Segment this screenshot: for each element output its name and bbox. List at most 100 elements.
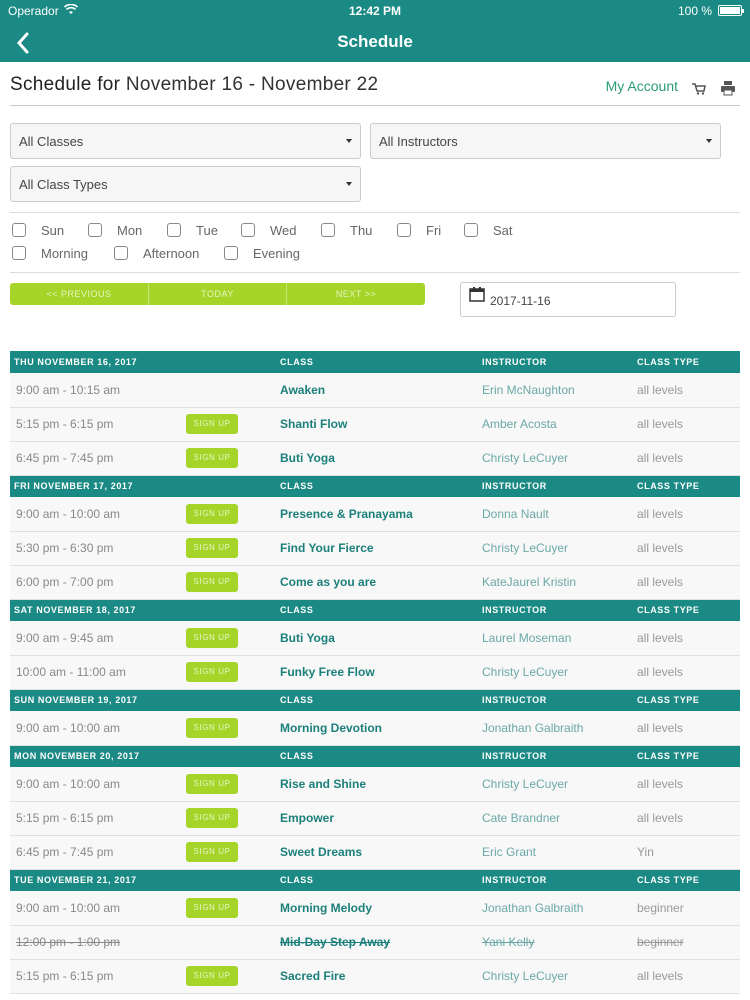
day-checkbox-fri[interactable]: Fri: [397, 223, 441, 239]
signup-cell: SIGN UP: [186, 835, 280, 870]
instructor-name-link[interactable]: Christy LeCuyer: [482, 531, 637, 566]
checkbox-box[interactable]: [114, 246, 128, 260]
checkbox-box[interactable]: [464, 223, 478, 237]
signup-button[interactable]: SIGN UP: [186, 842, 238, 862]
class-name-link[interactable]: Funky Free Flow: [280, 655, 482, 690]
schedule-row: 9:00 am - 10:00 am SIGN UP Rise and Shine C…: [10, 767, 740, 802]
my-account-link[interactable]: My Account: [606, 78, 678, 94]
day-checkbox-sat[interactable]: Sat: [464, 223, 513, 239]
instructor-column-header: INSTRUCTOR: [482, 745, 637, 767]
checkbox-box[interactable]: [12, 223, 26, 237]
class-type: all levels: [637, 621, 740, 656]
instructor-name-link[interactable]: Amber Acosta: [482, 407, 637, 442]
instructor-name-link[interactable]: Laurel Moseman: [482, 621, 637, 656]
instructor-name-link[interactable]: Christy LeCuyer: [482, 441, 637, 476]
status-bar: Operador 12:42 PM 100 %: [0, 0, 750, 22]
classes-select[interactable]: All Classes: [10, 123, 361, 159]
instructor-name-link[interactable]: Cate Brandner: [482, 801, 637, 836]
instructor-name-link[interactable]: Donna Nault: [482, 497, 637, 532]
class-name-link[interactable]: Buti Yoga: [280, 441, 482, 476]
instructor-column-header: INSTRUCTOR: [482, 689, 637, 711]
checkbox-box[interactable]: [241, 223, 255, 237]
signup-button[interactable]: SIGN UP: [186, 662, 238, 682]
instructor-name-link[interactable]: Christy LeCuyer: [482, 959, 637, 994]
day-header-spacer: [186, 351, 280, 373]
day-date-label: TUE NOVEMBER 21, 2017: [10, 869, 186, 891]
signup-button[interactable]: SIGN UP: [186, 808, 238, 828]
instructor-name-link[interactable]: KateJaurel Kristin: [482, 565, 637, 600]
signup-button[interactable]: SIGN UP: [186, 897, 238, 918]
class-name-link[interactable]: Mid-Day Step Away: [280, 925, 482, 960]
day-checkbox-wed[interactable]: Wed: [241, 223, 297, 239]
day-header-row: TUE NOVEMBER 21, 2017 CLASS INSTRUCTOR CLAS…: [10, 869, 740, 891]
class-time: 6:00 pm - 7:00 pm: [10, 565, 186, 600]
schedule-row: 5:15 pm - 6:15 pm SIGN UP Shanti Flow Amber…: [10, 407, 740, 442]
schedule-header: Schedule for November 16 - November 22 M…: [10, 74, 740, 106]
time-checkbox-morning[interactable]: Morning: [12, 246, 88, 262]
instructor-name-link[interactable]: Christy LeCuyer: [482, 767, 637, 802]
day-header-row: FRI NOVEMBER 17, 2017 CLASS INSTRUCTOR CLAS…: [10, 475, 740, 497]
time-checkbox-afternoon[interactable]: Afternoon: [114, 246, 199, 262]
signup-button[interactable]: SIGN UP: [186, 966, 238, 986]
signup-button[interactable]: SIGN UP: [186, 717, 238, 738]
day-checkbox-tue[interactable]: Tue: [167, 223, 218, 239]
signup-button[interactable]: SIGN UP: [186, 448, 238, 468]
class-column-header: CLASS: [280, 689, 482, 711]
signup-button[interactable]: SIGN UP: [186, 627, 238, 648]
day-checkbox-thu[interactable]: Thu: [321, 223, 372, 239]
signup-button[interactable]: SIGN UP: [186, 773, 238, 794]
class-name-link[interactable]: Come as you are: [280, 565, 482, 600]
instructor-name-link[interactable]: Eric Grant: [482, 835, 637, 870]
instructor-name-link[interactable]: Yani Kelly: [482, 925, 637, 960]
checkbox-box[interactable]: [321, 223, 335, 237]
day-checkbox-sun[interactable]: Sun: [12, 223, 64, 239]
time-checkbox-evening[interactable]: Evening: [224, 246, 300, 262]
class-name-link[interactable]: Presence & Pranayama: [280, 497, 482, 532]
schedule-row: 6:45 pm - 7:45 pm SIGN UP Sweet Dreams Eric…: [10, 835, 740, 870]
instructor-name-link[interactable]: Jonathan Galbraith: [482, 891, 637, 926]
class-name-link[interactable]: Sweet Dreams: [280, 835, 482, 870]
class-name-link[interactable]: Rise and Shine: [280, 767, 482, 802]
class-name-link[interactable]: Morning Devotion: [280, 711, 482, 746]
class-name-link[interactable]: Morning Melody: [280, 891, 482, 926]
chevron-down-icon: [346, 139, 352, 143]
next-button[interactable]: NEXT >>: [287, 283, 425, 305]
class-name-link[interactable]: Awaken: [280, 373, 482, 408]
today-button[interactable]: TODAY: [149, 283, 286, 305]
print-icon[interactable]: [720, 80, 736, 96]
previous-button[interactable]: << PREVIOUS: [10, 283, 148, 305]
checkbox-box[interactable]: [397, 223, 411, 237]
instructor-name-link[interactable]: Jonathan Galbraith: [482, 711, 637, 746]
instructor-name-link[interactable]: Christy LeCuyer: [482, 655, 637, 690]
title-prefix: Schedule for: [10, 74, 121, 95]
day-header-spacer: [186, 475, 280, 497]
checkbox-box[interactable]: [167, 223, 181, 237]
instructors-select[interactable]: All Instructors: [370, 123, 721, 159]
instructor-name-link[interactable]: Erin McNaughton: [482, 373, 637, 408]
class-type-column-header: CLASS TYPE: [637, 689, 740, 711]
instructor-column-header: INSTRUCTOR: [482, 599, 637, 621]
calendar-icon[interactable]: [469, 286, 485, 302]
class-name-link[interactable]: Empower: [280, 801, 482, 836]
battery-icon: [718, 5, 744, 16]
class-types-select[interactable]: All Class Types: [10, 166, 361, 202]
class-name-link[interactable]: Find Your Fierce: [280, 531, 482, 566]
checkbox-box[interactable]: [88, 223, 102, 237]
day-label: Wed: [270, 223, 297, 238]
signup-button[interactable]: SIGN UP: [186, 538, 238, 558]
cart-icon[interactable]: [692, 82, 706, 95]
day-date-label: THU NOVEMBER 16, 2017: [10, 351, 186, 373]
signup-button[interactable]: SIGN UP: [186, 503, 238, 524]
class-time: 9:00 am - 10:00 am: [10, 891, 186, 926]
signup-button[interactable]: SIGN UP: [186, 572, 238, 592]
checkbox-box[interactable]: [12, 246, 26, 260]
day-checkbox-mon[interactable]: Mon: [88, 223, 142, 239]
date-picker[interactable]: 2017-11-16: [460, 282, 676, 317]
class-name-link[interactable]: Buti Yoga: [280, 621, 482, 656]
checkbox-box[interactable]: [224, 246, 238, 260]
class-name-link[interactable]: Shanti Flow: [280, 407, 482, 442]
day-label: Fri: [426, 223, 442, 238]
signup-button[interactable]: SIGN UP: [186, 414, 238, 434]
class-type: all levels: [637, 531, 740, 566]
class-name-link[interactable]: Sacred Fire: [280, 959, 482, 994]
